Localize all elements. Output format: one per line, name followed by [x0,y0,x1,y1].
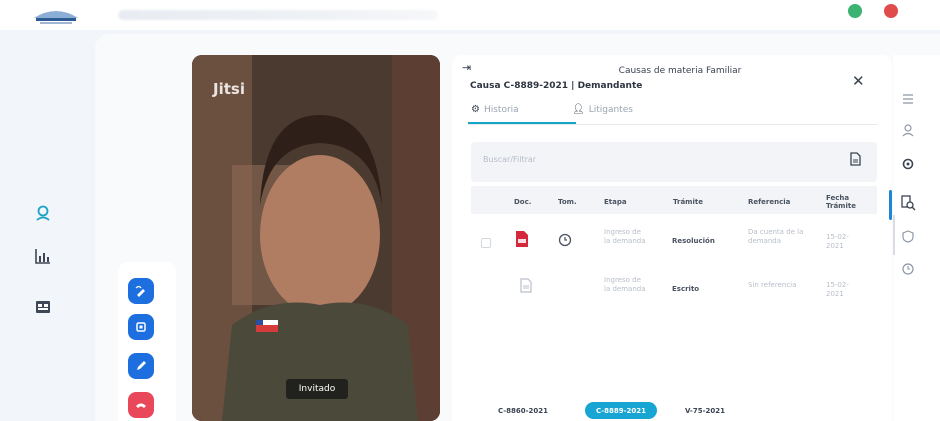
tab-litigantes-label: Litigantes [588,104,633,115]
pen-icon [137,361,146,370]
institution-logo-icon [34,11,78,24]
row-1-etapa: Ingreso de la demanda [604,228,646,245]
export-document-icon[interactable] [848,152,862,166]
participant-video-image [192,55,440,421]
tab-divider [468,124,878,125]
collapse-panel-icon[interactable]: ⇥ [462,61,471,74]
status-indicator-green [848,4,862,18]
row-2-referencia: Sin referencia [748,281,797,289]
column-header-tramite: Trámite [673,198,703,206]
row-1-tramite: Resolución [672,237,715,245]
search-input-placeholder[interactable]: Buscar/Filtrar [483,155,536,164]
edit-signature-icon [135,285,145,297]
document-folder-icon[interactable] [32,296,54,318]
pdf-file-icon[interactable] [515,230,529,248]
end-call-icon [136,403,146,408]
end-call-button[interactable] [128,392,154,418]
column-header-tom: Tom. [558,198,577,206]
row-2-etapa: Ingreso de la demanda [604,276,646,293]
window-title-blurred [118,10,438,20]
column-header-doc: Doc. [514,198,532,206]
tab-litigantes[interactable]: 👤︎ Litigantes [572,104,633,115]
pen-button[interactable] [128,353,154,379]
shield-icon[interactable] [900,228,916,244]
left-navigation [0,30,95,421]
row-1-checkbox[interactable] [481,238,491,248]
clock-icon[interactable] [558,233,572,247]
clock-icon[interactable] [900,261,916,277]
participant-name-label: Invitado [286,379,348,399]
panel-title: Causas de materia Familiar [618,66,742,76]
column-header-fecha-tramite: Fecha Trámite [826,194,856,210]
settings-gear-icon: ⚙ [471,104,480,115]
cause-pill-v-75-2021[interactable]: V-75-2021 [676,402,734,419]
column-header-etapa: Etapa [604,198,627,206]
close-icon[interactable]: ✕ [852,72,865,90]
tab-historia-label: Historia [483,104,519,115]
status-indicator-red [884,4,898,18]
rail-scrollbar[interactable] [893,215,895,255]
cause-pill-c-8889-2021-active[interactable]: C-8889-2021 [585,402,657,419]
settings-gear-icon[interactable] [900,156,916,172]
row-2-tramite: Escrito [672,285,700,293]
cause-pill-c-8860-2021[interactable]: C-8860-2021 [496,402,550,419]
stop-square-icon [136,322,146,332]
row-1-fecha: 15-02-2021 [826,233,849,250]
row-1-referencia: Da cuenta de la demanda [748,228,804,245]
active-rail-marker [889,190,892,220]
file-icon[interactable] [520,278,532,293]
top-bar [0,0,940,30]
row-2-fecha: 15-02-2021 [826,281,849,298]
stop-recording-button[interactable] [128,314,154,340]
search-document-icon[interactable] [900,195,916,211]
panel-subtitle: Causa C-8889-2021 | Demandante [470,81,643,91]
video-call-icon[interactable] [32,202,54,224]
column-header-referencia: Referencia [748,198,791,206]
user-icon: 👤︎ [572,104,585,115]
bar-chart-icon[interactable] [32,245,54,267]
jitsi-watermark: Jitsi [213,80,245,98]
video-feed [192,55,440,421]
menu-lines-icon[interactable] [900,91,916,107]
user-icon[interactable] [900,122,916,138]
tab-historia[interactable]: ⚙ Historia [471,104,519,115]
edit-signature-button[interactable] [128,278,154,304]
